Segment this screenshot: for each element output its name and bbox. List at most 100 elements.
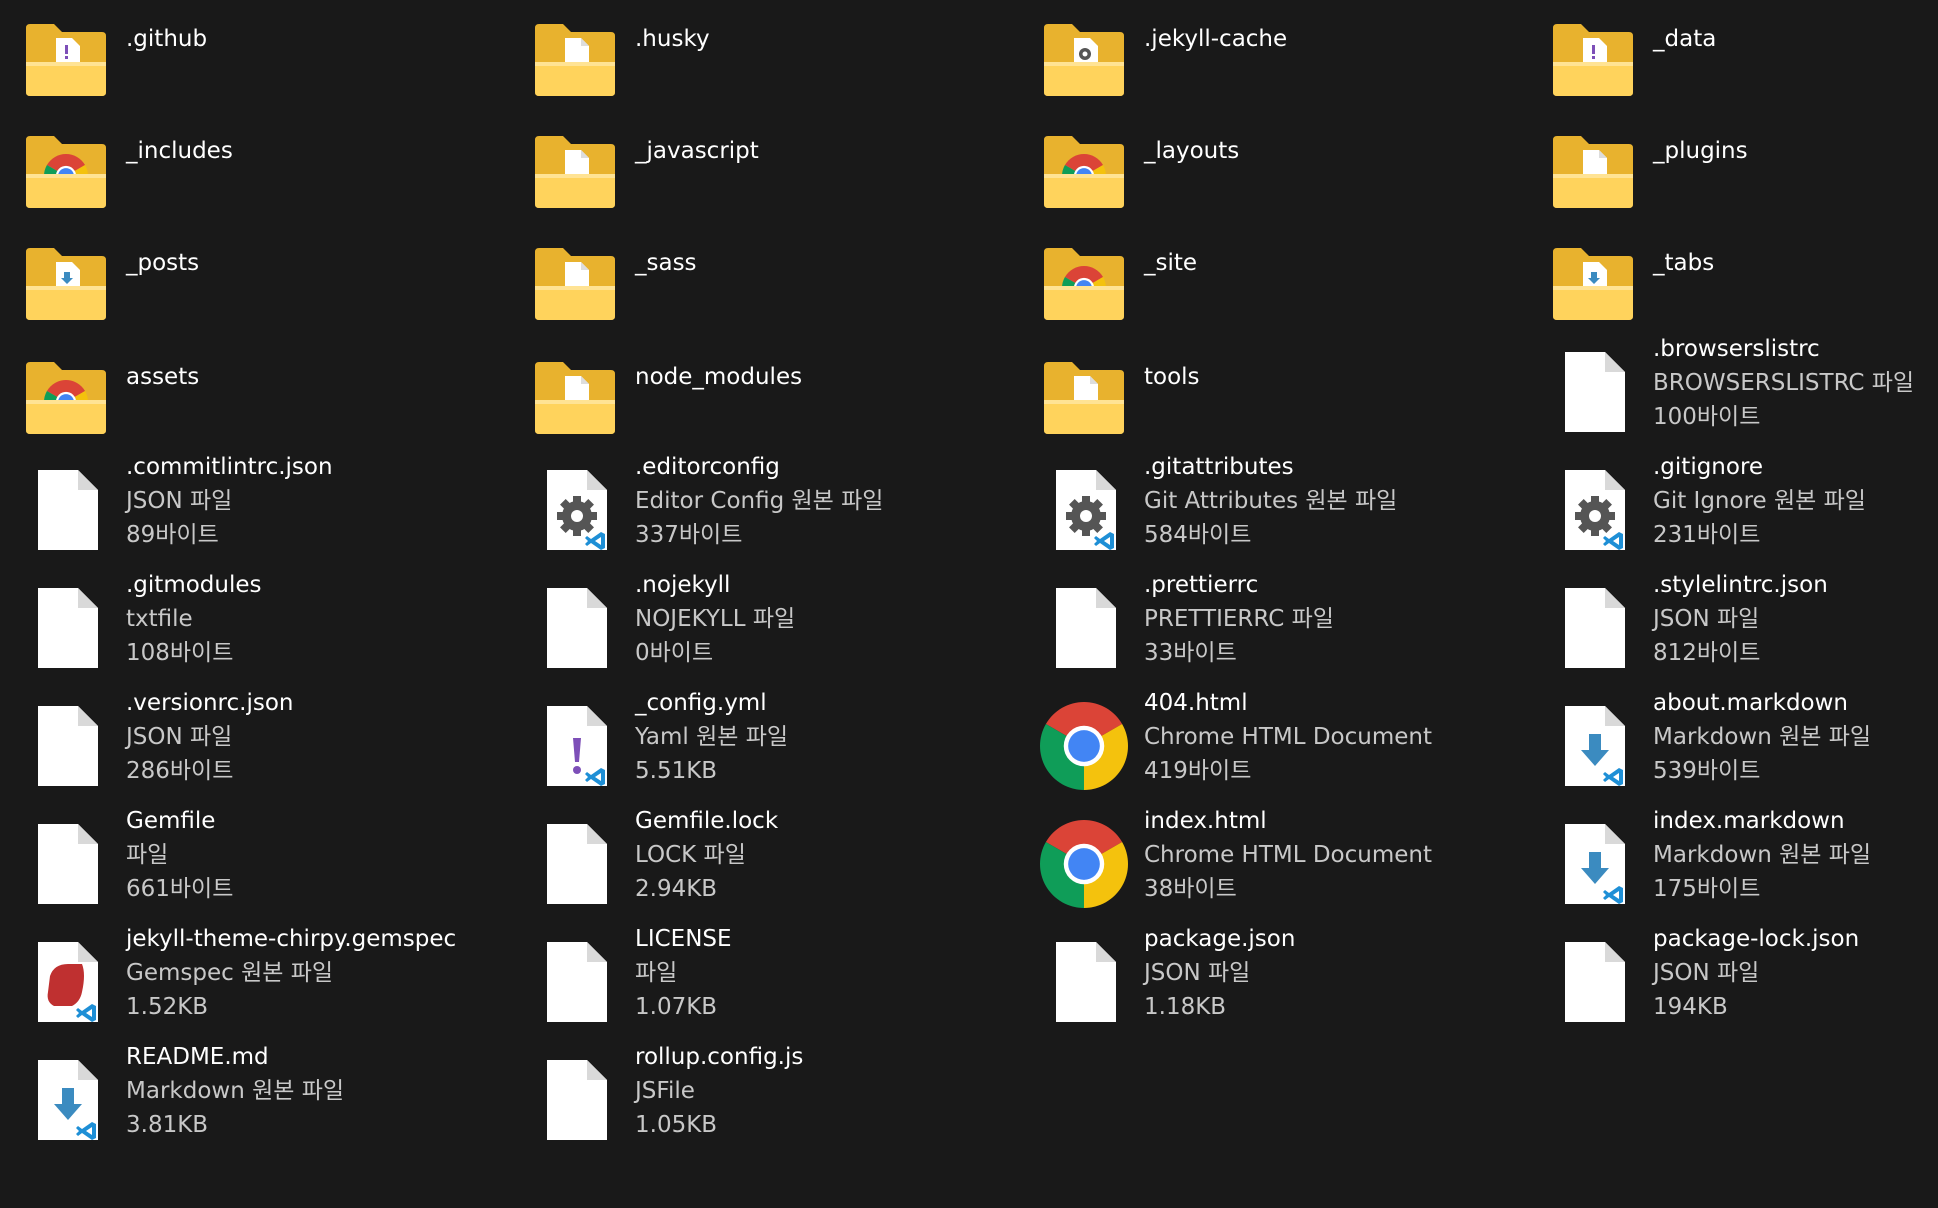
- item-type: Markdown 원본 파일: [1653, 724, 1872, 750]
- item-name: _includes: [126, 138, 233, 164]
- folder-item-node-modules[interactable]: node_modules: [515, 338, 1015, 456]
- gemspec-file-icon: [20, 936, 112, 1028]
- file-item-package-json[interactable]: package.json JSON 파일 1.18KB: [1024, 926, 1524, 1046]
- file-item-gemfile[interactable]: Gemfile 파일 661바이트: [6, 808, 506, 928]
- markdown-file-icon: [1547, 818, 1639, 910]
- item-name: package.json: [1144, 926, 1296, 952]
- file-item-404-html[interactable]: 404.html Chrome HTML Document 419바이트: [1024, 690, 1524, 810]
- folder-item-husky[interactable]: .husky: [515, 0, 1015, 118]
- folder-item-data[interactable]: _data: [1533, 0, 1938, 118]
- item-name: index.markdown: [1653, 808, 1845, 834]
- file-item-browserslistrc[interactable]: .browserslistrc BROWSERSLISTRC 파일 100바이트: [1533, 336, 1938, 456]
- item-type: Gemspec 원본 파일: [126, 960, 334, 986]
- file-icon: [1038, 582, 1130, 674]
- item-name: .editorconfig: [635, 454, 780, 480]
- item-type: Markdown 원본 파일: [126, 1078, 345, 1104]
- item-size: 108바이트: [126, 640, 234, 666]
- item-size: 1.52KB: [126, 994, 209, 1020]
- file-explorer-grid: .github .husky .jekyll-cache _data _incl…: [0, 0, 1938, 1208]
- item-size: 5.51KB: [635, 758, 718, 784]
- item-size: 539바이트: [1653, 758, 1761, 784]
- item-name: .versionrc.json: [126, 690, 294, 716]
- item-size: 812바이트: [1653, 640, 1761, 666]
- file-item-versionrc-json[interactable]: .versionrc.json JSON 파일 286바이트: [6, 690, 506, 810]
- file-item-commitlintrc-json[interactable]: .commitlintrc.json JSON 파일 89바이트: [6, 454, 506, 574]
- folder-item-includes[interactable]: _includes: [6, 112, 506, 230]
- file-item-jekyll-theme-chirpy-gemspec[interactable]: jekyll-theme-chirpy.gemspec Gemspec 원본 파일…: [6, 926, 506, 1046]
- file-item-prettierrc[interactable]: .prettierrc PRETTIERRC 파일 33바이트: [1024, 572, 1524, 692]
- item-size: 194KB: [1653, 994, 1728, 1020]
- item-name: .gitignore: [1653, 454, 1764, 480]
- folder-icon: [20, 120, 112, 212]
- file-item-config-yml[interactable]: _config.yml Yaml 원본 파일 5.51KB: [515, 690, 1015, 810]
- file-icon: [529, 818, 621, 910]
- folder-item-plugins[interactable]: _plugins: [1533, 112, 1938, 230]
- file-item-rollup-config-js[interactable]: rollup.config.js JSFile 1.05KB: [515, 1044, 1015, 1164]
- item-type: Chrome HTML Document: [1144, 842, 1432, 868]
- file-item-nojekyll[interactable]: .nojekyll NOJEKYLL 파일 0바이트: [515, 572, 1015, 692]
- folder-item-tools[interactable]: tools: [1024, 338, 1524, 456]
- file-item-about-markdown[interactable]: about.markdown Markdown 원본 파일 539바이트: [1533, 690, 1938, 810]
- folder-item-sass[interactable]: _sass: [515, 224, 1015, 342]
- item-type: 파일: [126, 842, 169, 868]
- item-name: Gemfile.lock: [635, 808, 779, 834]
- file-item-gitattributes[interactable]: .gitattributes Git Attributes 원본 파일 584바이트: [1024, 454, 1524, 574]
- folder-icon: [529, 120, 621, 212]
- item-name: .gitattributes: [1144, 454, 1294, 480]
- file-item-index-markdown[interactable]: index.markdown Markdown 원본 파일 175바이트: [1533, 808, 1938, 928]
- file-icon: [1547, 346, 1639, 438]
- file-item-license[interactable]: LICENSE 파일 1.07KB: [515, 926, 1015, 1046]
- item-type: JSON 파일: [1653, 606, 1760, 632]
- folder-item-github[interactable]: .github: [6, 0, 506, 118]
- item-type: 파일: [635, 960, 678, 986]
- item-type: Chrome HTML Document: [1144, 724, 1432, 750]
- item-size: 1.05KB: [635, 1112, 718, 1138]
- item-size: 89바이트: [126, 522, 219, 548]
- item-size: 231바이트: [1653, 522, 1761, 548]
- file-item-gitignore[interactable]: .gitignore Git Ignore 원본 파일 231바이트: [1533, 454, 1938, 574]
- folder-icon: [1038, 120, 1130, 212]
- item-name: .stylelintrc.json: [1653, 572, 1828, 598]
- chrome-icon: [1038, 700, 1130, 792]
- item-type: Git Ignore 원본 파일: [1653, 488, 1866, 514]
- markdown-file-icon: [1547, 700, 1639, 792]
- item-type: Markdown 원본 파일: [1653, 842, 1872, 868]
- folder-icon: [1547, 232, 1639, 324]
- item-size: 419바이트: [1144, 758, 1252, 784]
- file-icon: [529, 1054, 621, 1146]
- file-item-package-lock-json[interactable]: package-lock.json JSON 파일 194KB: [1533, 926, 1938, 1046]
- item-size: 1.18KB: [1144, 994, 1227, 1020]
- file-item-editorconfig[interactable]: .editorconfig Editor Config 원본 파일 337바이트: [515, 454, 1015, 574]
- item-size: 175바이트: [1653, 876, 1761, 902]
- item-name: _tabs: [1653, 250, 1715, 276]
- item-name: _site: [1144, 250, 1198, 276]
- item-type: JSON 파일: [1144, 960, 1251, 986]
- file-icon: [1547, 582, 1639, 674]
- item-name: assets: [126, 364, 200, 390]
- file-icon: [1038, 936, 1130, 1028]
- folder-item-site[interactable]: _site: [1024, 224, 1524, 342]
- file-item-gemfile-lock[interactable]: Gemfile.lock LOCK 파일 2.94KB: [515, 808, 1015, 928]
- folder-item-jekyll-cache[interactable]: .jekyll-cache: [1024, 0, 1524, 118]
- file-item-stylelintrc-json[interactable]: .stylelintrc.json JSON 파일 812바이트: [1533, 572, 1938, 692]
- item-name: .nojekyll: [635, 572, 731, 598]
- folder-item-tabs[interactable]: _tabs: [1533, 224, 1938, 342]
- file-item-gitmodules[interactable]: .gitmodules txtfile 108바이트: [6, 572, 506, 692]
- item-size: 0바이트: [635, 640, 714, 666]
- folder-icon: [529, 8, 621, 100]
- item-type: Git Attributes 원본 파일: [1144, 488, 1398, 514]
- file-item-index-html[interactable]: index.html Chrome HTML Document 38바이트: [1024, 808, 1524, 928]
- yaml-file-icon: [529, 700, 621, 792]
- item-name: jekyll-theme-chirpy.gemspec: [126, 926, 457, 952]
- folder-item-javascript[interactable]: _javascript: [515, 112, 1015, 230]
- item-name: _posts: [126, 250, 200, 276]
- item-name: node_modules: [635, 364, 803, 390]
- folder-item-assets[interactable]: assets: [6, 338, 506, 456]
- item-size: 584바이트: [1144, 522, 1252, 548]
- file-item-readme-md[interactable]: README.md Markdown 원본 파일 3.81KB: [6, 1044, 506, 1164]
- chrome-icon: [1038, 818, 1130, 910]
- folder-item-posts[interactable]: _posts: [6, 224, 506, 342]
- item-type: JSON 파일: [126, 488, 233, 514]
- folder-item-layouts[interactable]: _layouts: [1024, 112, 1524, 230]
- config-file-icon: [1038, 464, 1130, 556]
